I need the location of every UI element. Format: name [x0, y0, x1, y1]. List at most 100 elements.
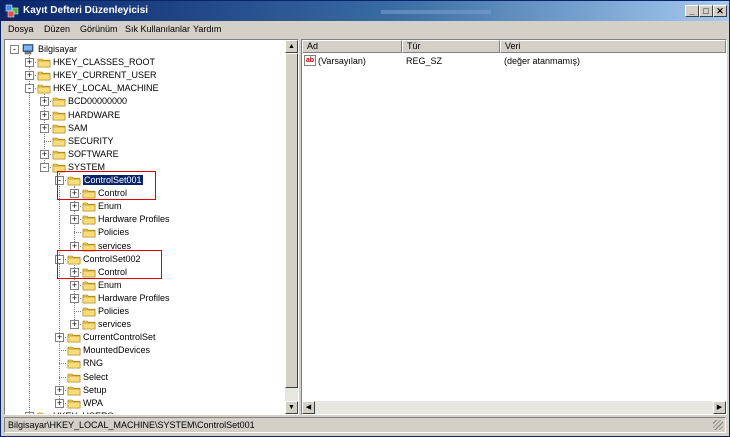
status-path: Bilgisayar\HKEY_LOCAL_MACHINE\SYSTEM\Con…	[8, 420, 255, 430]
column-header-name[interactable]: Ad	[302, 40, 402, 53]
folder-icon	[82, 307, 96, 317]
tree-node-label[interactable]: Setup	[83, 385, 107, 395]
tree-node[interactable]: + SAM	[5, 122, 283, 135]
tree-node[interactable]: - HKEY_LOCAL_MACHINE	[5, 82, 283, 95]
folder-icon	[52, 98, 66, 107]
tree-node-label[interactable]: HKEY_LOCAL_MACHINE	[53, 83, 159, 93]
column-header-type[interactable]: Tür	[402, 40, 500, 53]
folder-icon	[37, 71, 51, 81]
expand-icon[interactable]: +	[25, 58, 34, 68]
tree-node[interactable]: + Setup	[5, 384, 283, 397]
folder-icon	[37, 58, 51, 68]
expand-icon[interactable]: +	[40, 123, 49, 133]
tree-node-label[interactable]: services	[98, 241, 131, 251]
values-pane[interactable]: Ad Tür Veri ab (Varsayılan) REG_SZ (değe…	[301, 39, 727, 415]
expand-icon[interactable]: +	[40, 97, 49, 107]
tree-node-label[interactable]: HARDWARE	[68, 110, 120, 120]
folder-icon	[67, 373, 81, 382]
scroll-left-button[interactable]: ◀	[302, 401, 315, 414]
scroll-down-button[interactable]: ▼	[285, 401, 298, 414]
expand-icon[interactable]: +	[55, 333, 64, 343]
tree-node[interactable]: MountedDevices	[5, 344, 283, 357]
expand-icon[interactable]: +	[55, 385, 64, 395]
tree-node-label[interactable]: HKEY_USERS	[53, 411, 114, 414]
value-data: (değer atanmamış)	[504, 56, 581, 66]
scroll-up-button[interactable]: ▲	[285, 40, 298, 53]
expand-icon[interactable]: +	[55, 398, 64, 408]
tree-node[interactable]: + services	[5, 318, 283, 331]
tree-node-label[interactable]: Hardware Profiles	[98, 293, 170, 303]
expand-icon[interactable]: +	[70, 215, 79, 225]
tree-node[interactable]: + HKEY_USERS	[5, 410, 283, 414]
tree-node-label[interactable]: Policies	[98, 227, 129, 237]
tree-node-label[interactable]: Bilgisayar	[38, 44, 77, 54]
collapse-icon[interactable]: -	[25, 84, 34, 94]
expand-icon[interactable]: +	[25, 411, 34, 414]
tree-node-label[interactable]: HKEY_CURRENT_USER	[53, 70, 157, 80]
tree-node[interactable]: RNG	[5, 357, 283, 370]
tree-node-label[interactable]: BCD00000000	[68, 96, 127, 106]
tree-node[interactable]: + Hardware Profiles	[5, 292, 283, 305]
tree-node[interactable]: + SOFTWARE	[5, 148, 283, 161]
menu-file[interactable]: Dosya	[8, 24, 34, 34]
expand-icon[interactable]: +	[70, 280, 79, 290]
tree-node[interactable]: + HARDWARE	[5, 109, 283, 122]
tree-node[interactable]: + Hardware Profiles	[5, 213, 283, 226]
tree-node-label[interactable]: SAM	[68, 123, 88, 133]
expand-icon[interactable]: +	[70, 320, 79, 330]
minimize-button[interactable]: _	[685, 5, 699, 17]
menu-help[interactable]: Yardım	[193, 24, 221, 34]
tree-node-label[interactable]: MountedDevices	[83, 345, 150, 355]
tree-node-label[interactable]: HKEY_CLASSES_ROOT	[53, 57, 155, 67]
tree-node[interactable]: SECURITY	[5, 135, 283, 148]
expand-icon[interactable]: +	[70, 293, 79, 303]
tree-node[interactable]: Select	[5, 371, 283, 384]
expand-icon[interactable]: +	[70, 202, 79, 212]
value-name: (Varsayılan)	[318, 56, 366, 66]
collapse-icon[interactable]: -	[40, 162, 49, 172]
menu-edit[interactable]: Düzen	[44, 24, 70, 34]
tree-node[interactable]: + Enum	[5, 200, 283, 213]
expand-icon[interactable]: +	[25, 71, 34, 81]
tree-node-label[interactable]: Select	[83, 372, 108, 382]
title-bar[interactable]: Kayıt Defteri Düzenleyicisi _ □ ✕	[1, 1, 729, 21]
tree-node-label[interactable]: services	[98, 319, 131, 329]
value-type: REG_SZ	[406, 56, 443, 66]
tree-node-label[interactable]: WPA	[83, 398, 103, 408]
scroll-right-button[interactable]: ▶	[713, 401, 726, 414]
tree-node-label[interactable]: Enum	[98, 201, 122, 211]
tree-node[interactable]: - Bilgisayar	[5, 43, 283, 56]
folder-icon	[67, 360, 81, 369]
folder-icon	[52, 137, 66, 146]
expand-icon[interactable]: +	[40, 149, 49, 159]
tree-node[interactable]: + Enum	[5, 279, 283, 292]
string-value-icon: ab	[304, 55, 316, 66]
scroll-thumb[interactable]	[285, 53, 298, 388]
tree-node[interactable]: + CurrentControlSet	[5, 331, 283, 344]
tree-node-label[interactable]: Enum	[98, 280, 122, 290]
tree-node[interactable]: Policies	[5, 226, 283, 239]
tree-pane[interactable]: - Bilgisayar + HKEY_CLASSES_ROOT + HKEY_CURRE…	[4, 39, 299, 415]
tree-node[interactable]: Policies	[5, 305, 283, 318]
tree-node[interactable]: + HKEY_CURRENT_USER	[5, 69, 283, 82]
maximize-button[interactable]: □	[699, 5, 713, 17]
tree-node-label[interactable]: SECURITY	[68, 136, 114, 146]
menu-view[interactable]: Görünüm	[80, 24, 118, 34]
tree-node-label[interactable]: Policies	[98, 306, 129, 316]
tree-node[interactable]: + BCD00000000	[5, 95, 283, 108]
close-button[interactable]: ✕	[713, 5, 727, 17]
tree-node-label[interactable]: RNG	[83, 358, 103, 368]
menu-favorites[interactable]: Sık Kullanılanlar	[125, 24, 190, 34]
resize-grip-icon[interactable]	[713, 420, 723, 430]
value-row[interactable]: ab (Varsayılan) REG_SZ (değer atanmamış)	[304, 55, 724, 68]
tree-node-label[interactable]: SOFTWARE	[68, 149, 119, 159]
tree-node-label[interactable]: CurrentControlSet	[83, 332, 156, 342]
expand-icon[interactable]: +	[40, 110, 49, 120]
collapse-icon[interactable]: -	[10, 45, 19, 54]
tree-node-label[interactable]: Hardware Profiles	[98, 214, 170, 224]
values-horizontal-scrollbar[interactable]: ◀ ▶	[302, 401, 726, 414]
tree-node[interactable]: + WPA	[5, 397, 283, 410]
tree-vertical-scrollbar[interactable]: ▲ ▼	[285, 40, 298, 414]
column-header-data[interactable]: Veri	[500, 40, 726, 53]
tree-node[interactable]: + HKEY_CLASSES_ROOT	[5, 56, 283, 69]
